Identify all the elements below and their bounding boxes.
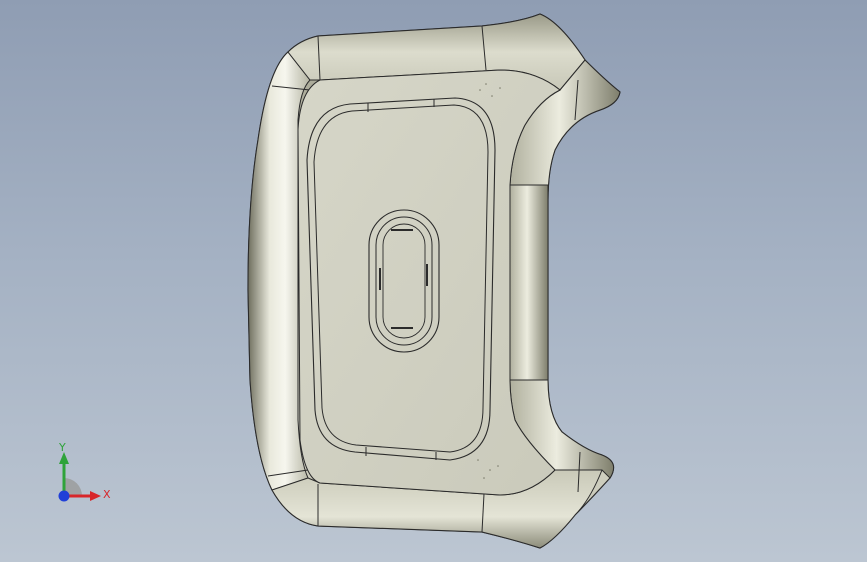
view-orientation-triad[interactable]: Y X [40,438,120,518]
x-axis-arrow-icon [90,491,101,501]
x-axis-label: X [103,488,111,501]
z-axis-dot-icon [58,490,70,502]
y-axis-label: Y [59,441,66,454]
graphics-viewport[interactable]: Y X [0,0,867,562]
airbag-cover-model[interactable] [0,0,867,562]
triad-graphic [58,452,101,502]
